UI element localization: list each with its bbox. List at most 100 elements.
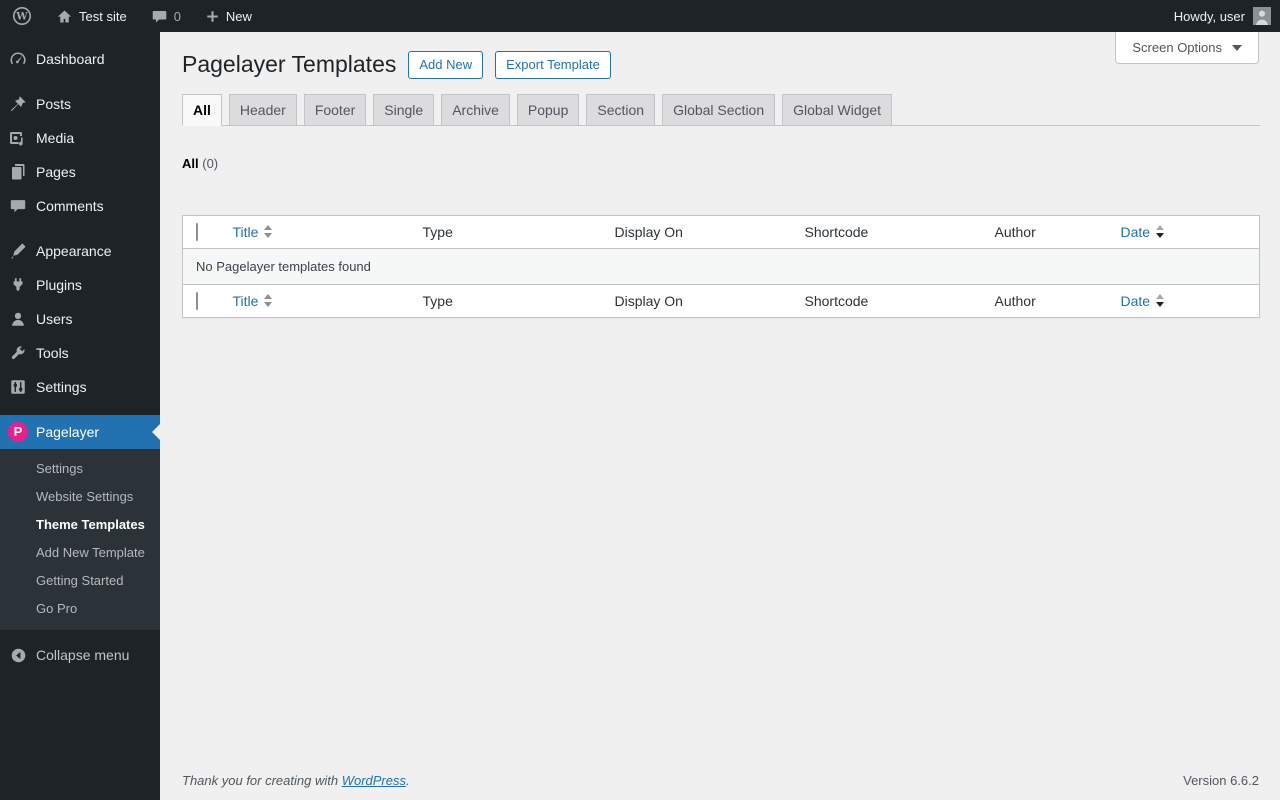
- sidebar-item-pagelayer[interactable]: P Pagelayer: [0, 415, 160, 449]
- sort-by-title-link[interactable]: Title: [233, 293, 273, 309]
- sidebar-item-posts[interactable]: Posts: [0, 87, 160, 121]
- sidebar-item-label: Posts: [36, 96, 72, 112]
- version-text: Version 6.6.2: [1183, 773, 1259, 788]
- sort-arrows-icon: [264, 294, 273, 308]
- sidebar-item-label: Media: [36, 130, 75, 146]
- my-account-menu[interactable]: Howdy, user: [1174, 0, 1280, 32]
- svg-text:W: W: [15, 12, 28, 23]
- sort-by-date-link[interactable]: Date: [1121, 293, 1165, 309]
- sidebar-item-plugins[interactable]: Plugins: [0, 268, 160, 302]
- sort-arrows-icon: [264, 225, 273, 239]
- sidebar-item-settings[interactable]: Settings: [0, 370, 160, 404]
- wordpress-logo-icon: W: [12, 6, 32, 26]
- new-label: New: [225, 8, 252, 24]
- pin-icon: [8, 94, 28, 114]
- comments-count: 0: [173, 8, 181, 24]
- column-header-display-on: Display On: [604, 283, 795, 318]
- select-all-checkbox[interactable]: [196, 222, 198, 241]
- filter-all-link[interactable]: All: [182, 156, 199, 171]
- home-icon: [56, 8, 73, 25]
- plugin-icon: [8, 275, 28, 295]
- admin-footer: Thank you for creating with WordPress. V…: [182, 773, 1259, 788]
- sort-by-date-link[interactable]: Date: [1121, 224, 1165, 240]
- howdy-text: Howdy, user: [1173, 8, 1245, 24]
- submenu-item-website-settings[interactable]: Website Settings: [0, 483, 160, 511]
- wordpress-menu[interactable]: W: [0, 0, 44, 32]
- main-content: Screen Options Pagelayer Templates Add N…: [160, 32, 1280, 800]
- collapse-menu-label: Collapse menu: [36, 647, 130, 663]
- comments-bubble[interactable]: 0: [139, 0, 193, 32]
- new-content-menu[interactable]: New: [193, 0, 264, 32]
- column-header-author: Author: [984, 215, 1111, 249]
- tab-header[interactable]: Header: [228, 93, 297, 125]
- tab-popup[interactable]: Popup: [516, 93, 580, 125]
- collapse-menu-button[interactable]: Collapse menu: [0, 638, 160, 672]
- wrench-icon: [8, 343, 28, 363]
- submenu-item-getting-started[interactable]: Getting Started: [0, 567, 160, 595]
- table-header-row: Title Type Display On Shortcode Author D…: [182, 215, 1260, 249]
- submenu-item-add-new-template[interactable]: Add New Template: [0, 539, 160, 567]
- sidebar-item-label: Tools: [36, 345, 69, 361]
- sidebar-item-dashboard[interactable]: Dashboard: [0, 42, 160, 76]
- sidebar-item-label: Pagelayer: [36, 424, 100, 440]
- comment-icon: [8, 196, 28, 216]
- user-icon: [8, 309, 28, 329]
- pagelayer-submenu: Settings Website Settings Theme Template…: [0, 449, 160, 630]
- sidebar-item-pages[interactable]: Pages: [0, 155, 160, 189]
- submenu-item-go-pro[interactable]: Go Pro: [0, 595, 160, 623]
- comment-icon: [151, 8, 168, 25]
- sidebar-item-appearance[interactable]: Appearance: [0, 234, 160, 268]
- sidebar-item-comments[interactable]: Comments: [0, 189, 160, 223]
- empty-table-row: No Pagelayer templates found: [182, 248, 1260, 285]
- caret-down-icon: [1232, 44, 1242, 51]
- sidebar-item-label: Plugins: [36, 277, 82, 293]
- sort-arrows-icon: [1156, 294, 1165, 308]
- tab-footer[interactable]: Footer: [303, 93, 367, 125]
- select-all-checkbox[interactable]: [196, 291, 198, 310]
- filter-links: All (0): [182, 156, 1260, 171]
- footer-thanks-text: Thank you for creating with WordPress.: [182, 773, 410, 788]
- filter-all-count: (0): [202, 155, 219, 171]
- sidebar-item-label: Comments: [36, 198, 104, 214]
- column-header-author: Author: [984, 283, 1111, 318]
- table-footer-row: Title Type Display On Shortcode Author D…: [182, 283, 1260, 318]
- sidebar-item-label: Dashboard: [36, 51, 105, 67]
- page-title: Pagelayer Templates: [182, 51, 397, 77]
- pagelayer-icon: P: [8, 422, 28, 442]
- column-header-shortcode: Shortcode: [794, 283, 985, 318]
- add-new-button[interactable]: Add New: [408, 50, 484, 79]
- column-header-type: Type: [412, 283, 605, 318]
- tab-global-section[interactable]: Global Section: [662, 93, 776, 125]
- sidebar-item-media[interactable]: Media: [0, 121, 160, 155]
- sidebar-item-tools[interactable]: Tools: [0, 336, 160, 370]
- screen-options-button[interactable]: Screen Options: [1115, 32, 1259, 64]
- screen-options-label: Screen Options: [1132, 40, 1222, 55]
- dashboard-icon: [8, 49, 28, 69]
- sidebar-item-label: Users: [36, 311, 73, 327]
- plus-icon: [205, 9, 220, 24]
- admin-sidebar: Dashboard Posts Media Pages Comments App…: [0, 32, 160, 800]
- wordpress-link[interactable]: WordPress: [342, 773, 406, 788]
- tab-global-widget[interactable]: Global Widget: [782, 93, 893, 125]
- tab-single[interactable]: Single: [373, 93, 435, 125]
- tab-archive[interactable]: Archive: [441, 93, 510, 125]
- visit-site-link[interactable]: Test site: [44, 0, 139, 32]
- export-template-button[interactable]: Export Template: [495, 50, 611, 79]
- site-name: Test site: [79, 8, 127, 24]
- pages-icon: [8, 162, 28, 182]
- column-header-type: Type: [412, 215, 605, 249]
- submenu-item-theme-templates[interactable]: Theme Templates: [0, 511, 160, 539]
- brush-icon: [8, 241, 28, 261]
- sidebar-item-users[interactable]: Users: [0, 302, 160, 336]
- column-header-display-on: Display On: [604, 215, 795, 249]
- sidebar-item-label: Settings: [36, 379, 87, 395]
- collapse-icon: [8, 645, 28, 665]
- sliders-icon: [8, 377, 28, 397]
- tab-section[interactable]: Section: [586, 93, 656, 125]
- tab-all[interactable]: All: [182, 93, 222, 126]
- sort-by-title-link[interactable]: Title: [233, 224, 273, 240]
- submenu-item-settings[interactable]: Settings: [0, 455, 160, 483]
- sort-arrows-icon: [1156, 225, 1165, 239]
- admin-bar: W Test site 0 New Howdy, user: [0, 0, 1280, 32]
- templates-table: Title Type Display On Shortcode Author D…: [182, 214, 1260, 318]
